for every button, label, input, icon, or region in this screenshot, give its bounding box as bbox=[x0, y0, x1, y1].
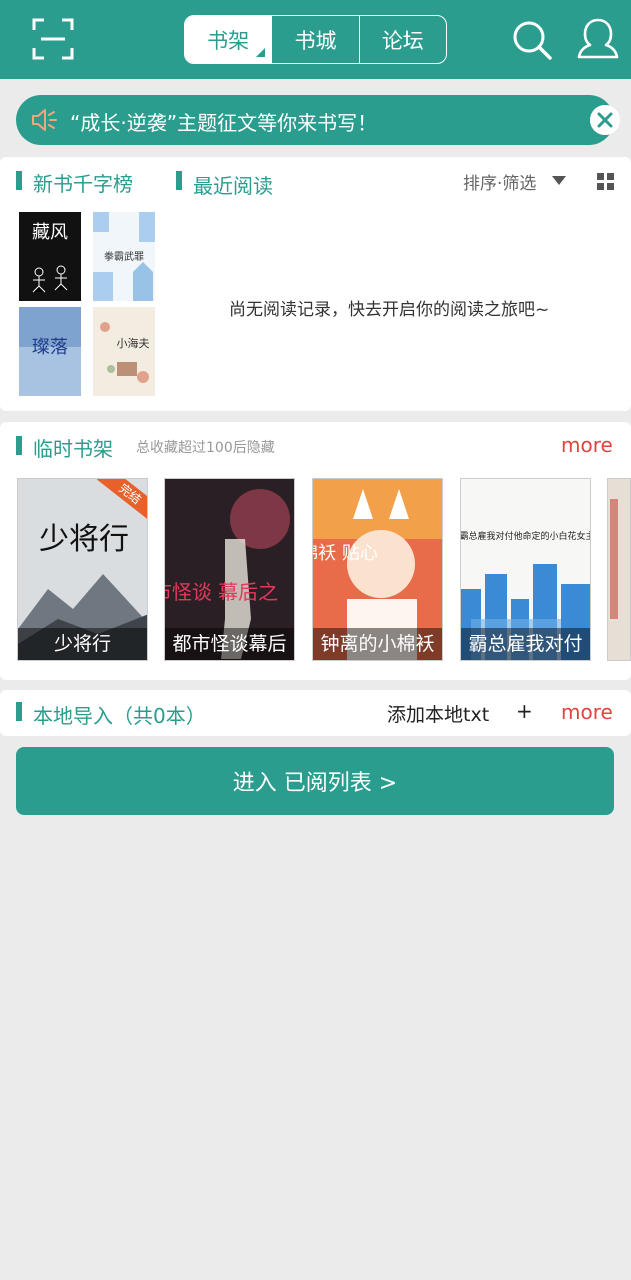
temporary-shelf-hint: 总收藏超过100后隐藏 bbox=[136, 440, 275, 456]
section-marker bbox=[16, 702, 22, 721]
mini-cover-title: 拳霸武罪 bbox=[104, 250, 144, 263]
book-cover[interactable]: 小海夫 bbox=[93, 307, 155, 396]
temporary-shelf-card: 临时书架 总收藏超过100后隐藏 more 少将行 完结 少将行 都市怪谈 幕后… bbox=[0, 422, 631, 680]
book-cover[interactable]: 璨落 bbox=[19, 307, 81, 396]
scan-icon[interactable] bbox=[32, 18, 74, 60]
book-item[interactable]: 霸总雇我对付他命定的小白花女主 霸总雇我对付 bbox=[460, 478, 591, 661]
section-marker bbox=[16, 171, 22, 190]
speaker-icon bbox=[32, 109, 57, 131]
enter-read-list-button[interactable]: 进入 已阅列表 > bbox=[16, 747, 614, 815]
mini-cover-title: 璨落 bbox=[32, 337, 68, 358]
cover-title-art: 霸总雇我对付他命定的小白花女主 bbox=[461, 530, 591, 542]
book-title: 钟离的小棉袄 bbox=[313, 628, 442, 660]
tab-forum[interactable]: 论坛 bbox=[358, 16, 446, 63]
grid-view-icon[interactable] bbox=[597, 173, 614, 190]
search-icon[interactable] bbox=[510, 18, 554, 62]
book-cover[interactable]: 藏风 bbox=[19, 212, 81, 301]
tab-new-books[interactable]: 新书千字榜 bbox=[33, 168, 133, 197]
notice-banner[interactable]: “成长·逆袭”主题征文等你来书写！ bbox=[16, 95, 620, 145]
tab-bookshelf[interactable]: 书架 bbox=[185, 16, 272, 63]
mini-cover-title: 藏风 bbox=[32, 222, 68, 243]
tab-bookshelf-label: 书架 bbox=[207, 28, 250, 53]
book-item[interactable]: 少将行 完结 少将行 bbox=[17, 478, 148, 661]
book-title: 少将行 bbox=[18, 628, 147, 660]
empty-reading-text: 尚无阅读记录，快去开启你的阅读之旅吧~ bbox=[229, 300, 550, 320]
local-import-title: 本地导入（共0本） bbox=[33, 704, 206, 728]
temporary-shelf-title: 临时书架 bbox=[33, 437, 113, 461]
book-title: 霸总雇我对付 bbox=[461, 628, 590, 660]
book-item[interactable] bbox=[607, 478, 631, 661]
tab-bookstore-label: 书城 bbox=[294, 28, 337, 53]
tab-bookstore[interactable]: 书城 bbox=[271, 16, 358, 63]
notice-text: “成长·逆袭”主题征文等你来书写！ bbox=[70, 111, 378, 135]
shelf-card: 新书千字榜 最近阅读 排序·筛选 藏风 拳霸武罪 璨落 小海夫 尚无阅读记录，快… bbox=[0, 157, 631, 411]
add-local-txt-button[interactable]: 添加本地txt bbox=[387, 700, 489, 727]
user-icon[interactable] bbox=[576, 16, 620, 62]
book-cover[interactable]: 拳霸武罪 bbox=[93, 212, 155, 301]
book-item[interactable]: 棉袄 贴心 钟离的小棉袄 bbox=[312, 478, 443, 661]
dropdown-icon[interactable] bbox=[552, 176, 566, 185]
plus-icon[interactable]: + bbox=[516, 699, 533, 723]
tab-corner-icon bbox=[256, 48, 266, 57]
section-marker bbox=[16, 436, 22, 455]
cover-title-art: 棉袄 贴心 bbox=[313, 543, 378, 564]
more-link[interactable]: more bbox=[561, 700, 613, 724]
sort-filter-button[interactable]: 排序·筛选 bbox=[463, 169, 536, 194]
tab-forum-label: 论坛 bbox=[381, 28, 424, 53]
book-title: 都市怪谈幕后 bbox=[165, 628, 294, 660]
top-bar: 书架 书城 论坛 bbox=[0, 0, 631, 79]
book-cover bbox=[608, 479, 630, 660]
mini-cover-title: 小海夫 bbox=[117, 336, 150, 350]
tab-recent-reading[interactable]: 最近阅读 bbox=[193, 170, 273, 199]
section-marker bbox=[176, 171, 182, 190]
cover-title-art: 少将行 bbox=[39, 522, 129, 557]
cover-title-art: 都市怪谈 幕后之 bbox=[165, 580, 278, 604]
book-item[interactable]: 都市怪谈 幕后之 都市怪谈幕后 bbox=[164, 478, 295, 661]
close-icon[interactable] bbox=[590, 105, 620, 135]
local-import-card: 本地导入（共0本） 添加本地txt + more bbox=[0, 690, 631, 736]
more-link[interactable]: more bbox=[561, 433, 613, 457]
main-tabs: 书架 书城 论坛 bbox=[184, 15, 447, 64]
